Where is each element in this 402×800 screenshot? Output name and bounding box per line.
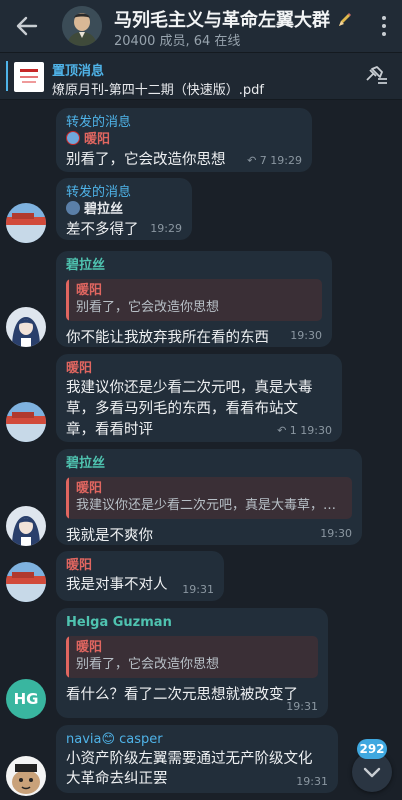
avatar-nuanyang[interactable] bbox=[6, 562, 46, 602]
pencil-emoji-icon bbox=[339, 13, 352, 26]
sender-name[interactable]: 碧拉丝 bbox=[66, 455, 352, 473]
message-bubble[interactable]: 转发的消息 暖阳 别看了，它会改造你思想 ↶ 7 19:29 bbox=[56, 108, 312, 172]
forward-count-icon: ↶ bbox=[277, 424, 287, 437]
unread-count-badge[interactable]: 292 bbox=[357, 739, 387, 759]
avatar-navia-casper[interactable] bbox=[6, 756, 46, 796]
message-time: 19:30 bbox=[290, 329, 322, 342]
reply-author: 暖阳 bbox=[76, 640, 103, 655]
chat-header: 马列毛主义与革命左翼大群 20400 成员, 64 在线 bbox=[0, 0, 402, 52]
forward-source[interactable]: 碧拉丝 bbox=[66, 201, 182, 219]
forwarded-label: 转发的消息 bbox=[66, 115, 132, 130]
reply-author: 暖阳 bbox=[76, 283, 103, 298]
sender-name[interactable]: 碧拉丝 bbox=[66, 257, 322, 275]
forward-source[interactable]: 暖阳 bbox=[66, 131, 302, 149]
avatar-nuanyang[interactable] bbox=[6, 402, 46, 442]
message-text: 看什么？看了二次元思想就被改变了 bbox=[66, 687, 298, 703]
message-meta: ↶ 1 19:30 bbox=[277, 424, 332, 437]
forward-count-icon: ↶ bbox=[247, 154, 257, 167]
message-bubble[interactable]: 暖阳 我是对事不对人 19:31 bbox=[56, 551, 224, 601]
group-avatar[interactable] bbox=[62, 6, 102, 46]
message-time: 19:31 bbox=[182, 583, 214, 596]
reply-preview[interactable]: 暖阳 别看了，它会改造你思想 bbox=[66, 279, 322, 321]
message-time: 19:30 bbox=[320, 527, 352, 540]
message-time: 19:29 bbox=[150, 222, 182, 235]
pdf-thumbnail bbox=[14, 62, 44, 92]
message-bubble[interactable]: 碧拉丝 暖阳 我建议你还是少看二次元吧，真是大毒草，… 我就是不爽你 19:30 bbox=[56, 449, 362, 545]
message-text: 我就是不爽你 bbox=[66, 528, 153, 544]
sender-name[interactable]: 暖阳 bbox=[66, 557, 214, 575]
sender-name[interactable]: 暖阳 bbox=[66, 360, 332, 378]
chat-title[interactable]: 马列毛主义与革命左翼大群 bbox=[114, 6, 352, 32]
sender-name[interactable]: Helga Guzman bbox=[66, 614, 318, 632]
sender-name[interactable]: navia😊 casper bbox=[66, 731, 328, 749]
pinned-indicator bbox=[6, 61, 8, 91]
message-text: 你不能让我放弃我所在看的东西 bbox=[66, 330, 269, 346]
back-arrow-icon[interactable] bbox=[14, 14, 40, 38]
message-time: 19:31 bbox=[286, 700, 318, 713]
forwarded-label: 转发的消息 bbox=[66, 185, 132, 200]
message-text-line: 大革命去纠正罢 bbox=[66, 771, 168, 787]
reply-author: 暖阳 bbox=[76, 481, 103, 496]
reply-preview[interactable]: 暖阳 别看了，它会改造你思想 bbox=[66, 636, 318, 678]
more-menu-icon[interactable] bbox=[380, 14, 388, 38]
member-count: 20400 成员, 64 在线 bbox=[114, 34, 241, 49]
message-meta: ↶ 7 19:29 bbox=[247, 154, 302, 167]
avatar-bilasi[interactable] bbox=[6, 506, 46, 546]
avatar-nuanyang[interactable] bbox=[6, 203, 46, 243]
message-bubble[interactable]: 暖阳 我建议你还是少看二次元吧，真是大毒 草，多看马列毛的东西，看看布站文 章，… bbox=[56, 354, 342, 442]
avatar-bilasi[interactable] bbox=[6, 307, 46, 347]
message-text-line: 草，多看马列毛的东西，看看布站文 bbox=[66, 401, 298, 417]
reply-preview[interactable]: 暖阳 我建议你还是少看二次元吧，真是大毒草，… bbox=[66, 477, 352, 519]
message-bubble[interactable]: Helga Guzman 暖阳 别看了，它会改造你思想 看什么？看了二次元思想就… bbox=[56, 608, 328, 718]
message-bubble[interactable]: navia😊 casper 小资产阶级左翼需要通过无产阶级文化 大革命去纠正罢 … bbox=[56, 725, 338, 793]
message-text-line: 小资产阶级左翼需要通过无产阶级文化 bbox=[66, 751, 313, 767]
pin-list-icon[interactable] bbox=[364, 65, 390, 87]
pinned-label: 置顶消息 bbox=[52, 64, 105, 79]
reply-text: 别看了，它会改造你思想 bbox=[76, 657, 220, 672]
pinned-text: 燎原月刊-第四十二期（快速版）.pdf bbox=[52, 83, 264, 98]
reply-text: 我建议你还是少看二次元吧，真是大毒草，… bbox=[76, 498, 337, 513]
pinned-message-bar[interactable]: 置顶消息 燎原月刊-第四十二期（快速版）.pdf bbox=[0, 52, 402, 100]
sender-mini-avatar bbox=[66, 131, 80, 145]
message-time: 19:31 bbox=[296, 775, 328, 788]
reply-text: 别看了，它会改造你思想 bbox=[76, 300, 220, 315]
avatar-helga-guzman[interactable]: HG bbox=[6, 679, 46, 719]
message-bubble[interactable]: 转发的消息 碧拉丝 差不多得了 19:29 bbox=[56, 178, 192, 240]
message-bubble[interactable]: 碧拉丝 暖阳 别看了，它会改造你思想 你不能让我放弃我所在看的东西 19:30 bbox=[56, 251, 332, 347]
sender-mini-avatar bbox=[66, 201, 80, 215]
message-text-line: 我建议你还是少看二次元吧，真是大毒 bbox=[66, 380, 313, 396]
